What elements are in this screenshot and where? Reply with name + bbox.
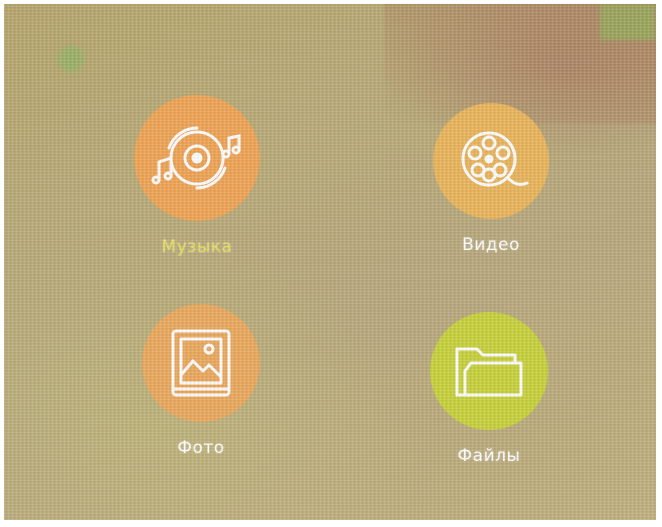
menu-tile-files[interactable]: Файлы xyxy=(414,312,564,482)
menu-tile-photo[interactable]: Фото xyxy=(126,304,276,474)
menu-label-music: Музыка xyxy=(161,237,233,257)
menu-label-photo: Фото xyxy=(177,438,225,458)
music-disc-icon xyxy=(151,126,241,190)
video-circle[interactable] xyxy=(433,103,549,219)
folder-icon xyxy=(455,347,523,397)
photo-circle[interactable] xyxy=(142,304,260,422)
background-blob xyxy=(58,46,84,72)
music-circle[interactable] xyxy=(134,95,260,221)
files-circle[interactable] xyxy=(430,312,548,430)
photo-picture-icon xyxy=(171,329,231,397)
menu-tile-music[interactable]: Музыка xyxy=(122,95,272,265)
menu-label-files: Файлы xyxy=(457,446,521,466)
screen-photo: Музыка Видео Фото Файлы xyxy=(4,4,656,520)
film-reel-icon xyxy=(461,131,529,187)
menu-tile-video[interactable]: Видео xyxy=(416,103,566,273)
background-corner xyxy=(600,4,656,40)
menu-label-video: Видео xyxy=(462,235,520,255)
